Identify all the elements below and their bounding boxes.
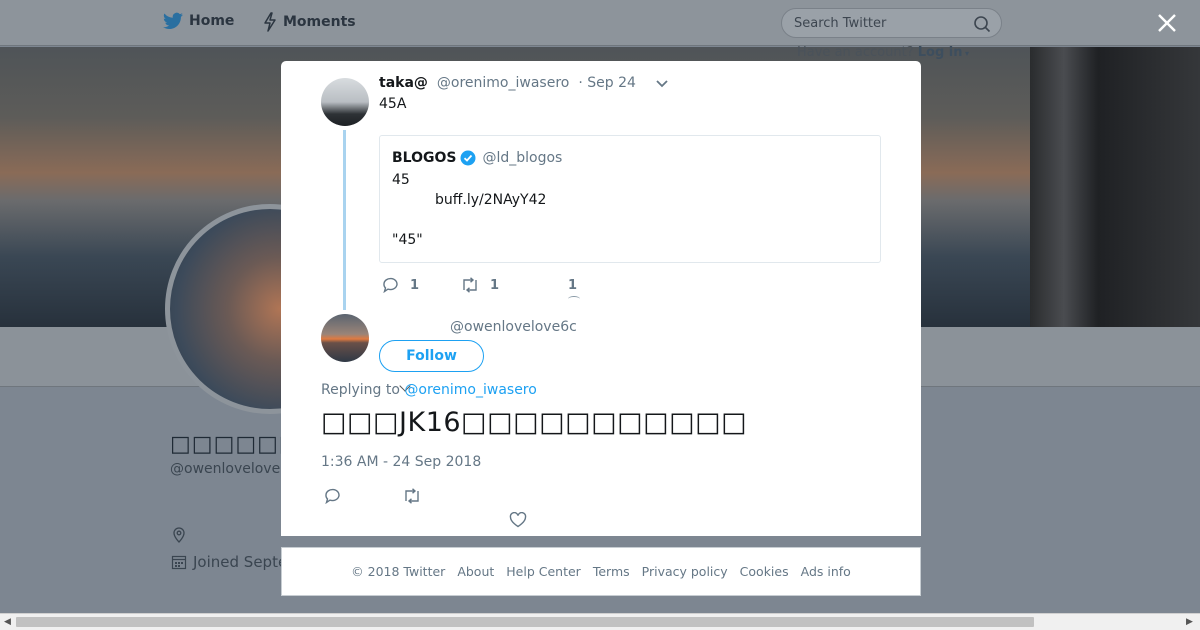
quoted-author-name: BLOGOS [392, 150, 457, 166]
heart-icon[interactable] [509, 512, 527, 528]
footer-link-help-center[interactable]: Help Center [506, 564, 581, 579]
tweet-modal: taka@ @orenimo_iwasero · Sep 24 45A BLOG… [281, 61, 921, 536]
retweet-count: 1 [490, 277, 500, 293]
follow-button[interactable]: Follow [379, 340, 484, 372]
quoted-tweet[interactable]: BLOGOS @ld_blogos 45 buff.ly/2NAyY42 "45… [379, 135, 881, 263]
profile-handle: @owenlovelove [170, 461, 281, 477]
twitter-bird-icon [163, 12, 183, 30]
like-action[interactable]: 1 [568, 276, 577, 294]
footer-copyright: © 2018 Twitter [351, 564, 446, 579]
banner-window-frame [1030, 47, 1200, 327]
tweet-text: 45A [379, 96, 407, 112]
profile-joined: Joined Septe [171, 553, 287, 571]
nav-home[interactable]: Home [163, 12, 234, 30]
nav-moments-label: Moments [283, 14, 356, 30]
quoted-text-line: 45 [392, 172, 410, 188]
retweet-icon [463, 277, 477, 293]
reply-tweet-text: □□□JK16□□□□□□□□□□□ [321, 407, 748, 438]
scroll-left-arrow-icon[interactable]: ◀ [4, 617, 11, 627]
replying-to-label: Replying to [321, 382, 400, 398]
chevron-down-icon[interactable] [655, 79, 669, 89]
login-link[interactable]: Log in [918, 45, 963, 60]
search-box [781, 8, 1002, 38]
nav-home-label: Home [189, 13, 235, 29]
quoted-link[interactable]: buff.ly/2NAyY42 [435, 192, 546, 208]
search-input[interactable] [794, 15, 964, 31]
reply-icon [383, 277, 398, 293]
footer-link-about[interactable]: About [457, 564, 494, 579]
tweet-author-name[interactable]: taka@ [379, 75, 428, 91]
thread-connector [343, 130, 346, 310]
reply-icon[interactable] [324, 488, 342, 504]
login-prompt: Have an account? Log in ▾ [797, 45, 969, 60]
retweet-icon[interactable] [402, 488, 422, 504]
footer-link-cookies[interactable]: Cookies [740, 564, 789, 579]
footer-link-privacy-policy[interactable]: Privacy policy [642, 564, 728, 579]
nav-moments[interactable]: Moments [263, 12, 356, 32]
verified-badge-icon [460, 150, 476, 166]
retweet-action[interactable]: 1 [460, 276, 499, 294]
tweet-date[interactable]: · Sep 24 [578, 75, 636, 91]
avatar[interactable] [321, 78, 369, 126]
caret-down-icon: ▾ [962, 49, 970, 58]
avatar[interactable] [321, 314, 369, 362]
profile-joined-text: Joined Septe [193, 553, 288, 571]
lightning-bolt-icon [264, 12, 276, 32]
reply-timestamp[interactable]: 1:36 AM - 24 Sep 2018 [321, 454, 481, 470]
replying-to: Replying to @orenimo_iwasero [321, 382, 537, 398]
scrollbar-thumb[interactable] [16, 617, 1034, 627]
quoted-tweet-header: BLOGOS @ld_blogos [392, 150, 562, 166]
calendar-icon [171, 555, 187, 570]
scroll-right-arrow-icon[interactable]: ▶ [1186, 617, 1193, 627]
quoted-author-handle: @ld_blogos [482, 150, 563, 166]
horizontal-scrollbar[interactable]: ◀ ▶ [0, 613, 1200, 630]
footer-link-terms[interactable]: Terms [593, 564, 630, 579]
heart-icon[interactable] [568, 296, 580, 302]
quoted-text-line: "45" [392, 232, 423, 248]
have-account-text: Have an account? [797, 45, 914, 60]
tweet-author-handle[interactable]: @orenimo_iwasero [437, 75, 569, 91]
footer-link-ads-info[interactable]: Ads info [801, 564, 851, 579]
search-icon[interactable] [973, 15, 991, 33]
reply-count: 1 [410, 277, 420, 293]
like-count: 1 [568, 277, 578, 293]
modal-footer: © 2018 Twitter About Help Center Terms P… [281, 547, 921, 596]
top-navigation-bar: Home Moments [0, 0, 1200, 46]
location-pin-icon [173, 527, 185, 543]
tweet-header: taka@ @orenimo_iwasero · Sep 24 [379, 75, 636, 91]
reply-author-handle[interactable]: @owenlovelove6c [450, 319, 577, 335]
close-icon[interactable] [1155, 11, 1179, 35]
replying-to-link[interactable]: @orenimo_iwasero [404, 382, 536, 398]
reply-action[interactable]: 1 [382, 276, 419, 294]
